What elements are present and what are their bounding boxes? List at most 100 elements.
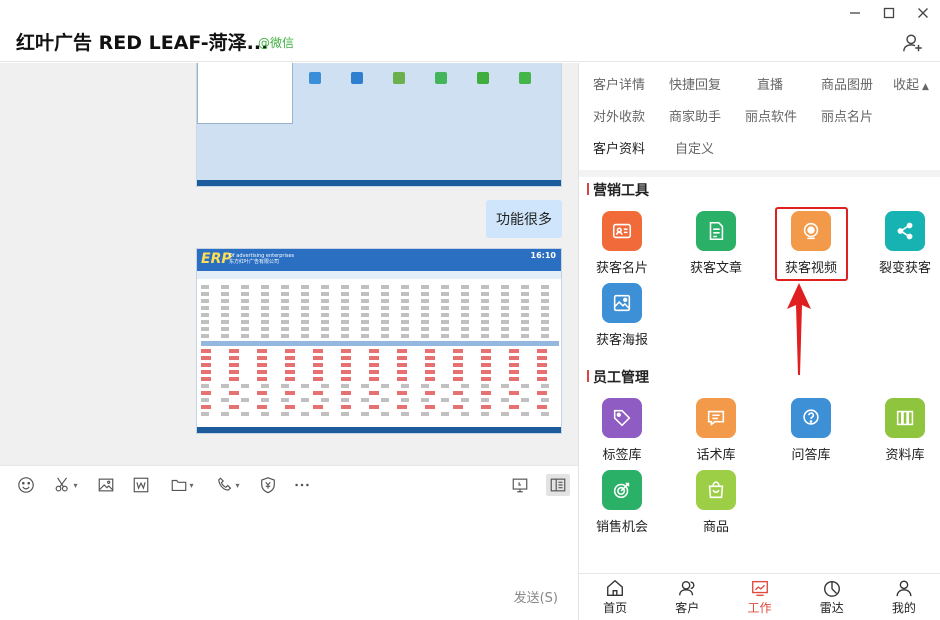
sidebar-toggle-icon[interactable] xyxy=(546,474,570,496)
tool-article[interactable]: 获客文章 xyxy=(676,211,756,276)
divider xyxy=(579,170,940,177)
collapse-button[interactable]: 收起 ▲ xyxy=(893,74,929,93)
menu-live[interactable]: 直播 xyxy=(757,74,783,93)
screenshot-icon xyxy=(477,72,489,84)
books-icon xyxy=(885,398,925,438)
screenshot-icon xyxy=(351,72,363,84)
more-icon[interactable] xyxy=(290,474,314,496)
menu-quick-reply[interactable]: 快捷回复 xyxy=(669,74,721,93)
radar-icon xyxy=(823,580,840,597)
chat-toolbar: ▾ ▾ ▾ xyxy=(0,465,578,503)
screenshot-icon xyxy=(435,72,447,84)
word-icon[interactable] xyxy=(129,474,153,496)
tool-label: 裂变获客 xyxy=(878,261,931,276)
erp-tabs xyxy=(197,271,561,279)
erp-image-message[interactable]: ERP Of advertising enterprises 东方红叶广告有限公… xyxy=(196,248,562,434)
add-member-icon[interactable] xyxy=(902,32,924,54)
folder-icon[interactable]: ▾ xyxy=(166,474,198,496)
tool-sales-opportunity[interactable]: 销售机会 xyxy=(582,470,662,535)
screenshot-icon xyxy=(393,72,405,84)
image-icon[interactable] xyxy=(94,474,118,496)
tab-customers[interactable]: 客户 xyxy=(651,574,723,620)
tool-tag-library[interactable]: 标签库 xyxy=(582,398,662,463)
tool-label: 话术库 xyxy=(696,448,736,463)
menu-lidian-card[interactable]: 丽点名片 xyxy=(821,106,873,125)
tag-icon xyxy=(602,398,642,438)
tab-label: 工作 xyxy=(747,601,772,615)
erp-table xyxy=(201,285,559,419)
window-controls xyxy=(838,0,940,26)
menu-customer-detail[interactable]: 客户详情 xyxy=(593,74,645,93)
target-icon xyxy=(602,470,642,510)
erp-company-cn: 东方红叶广告有限公司 xyxy=(229,259,280,265)
chat-area[interactable]: 功能很多 ERP Of advertising enterprises 东方红叶… xyxy=(0,63,578,465)
collapse-label: 收起 xyxy=(893,78,920,93)
tool-poster[interactable]: 获客海报 xyxy=(582,283,662,348)
tool-label: 问答库 xyxy=(791,448,831,463)
tab-work[interactable]: 工作 xyxy=(723,574,795,620)
maximize-icon[interactable] xyxy=(872,0,906,26)
tool-label: 获客名片 xyxy=(595,261,648,276)
erp-statusbar xyxy=(197,427,561,433)
side-panel: 客户详情 快捷回复 直播 商品图册 收起 ▲ 对外收款 商家助手 丽点软件 丽点名… xyxy=(578,63,940,620)
shield-icon[interactable] xyxy=(256,474,280,496)
poster-icon xyxy=(602,283,642,323)
tool-document-library[interactable]: 资料库 xyxy=(865,398,940,463)
screenshot-statusbar xyxy=(197,180,561,186)
menu-merchant-assistant[interactable]: 商家助手 xyxy=(669,106,721,125)
emoji-icon[interactable] xyxy=(14,474,38,496)
tool-products[interactable]: 商品 xyxy=(676,470,756,535)
erp-time: 16:10 xyxy=(530,251,556,260)
chat-script-icon xyxy=(696,398,736,438)
menu-lidian-software[interactable]: 丽点软件 xyxy=(745,106,797,125)
marketing-tools-title: 营销工具 xyxy=(587,180,649,200)
tool-share[interactable]: 裂变获客 xyxy=(865,211,940,276)
tab-profile[interactable]: 我的 xyxy=(868,574,940,620)
close-icon[interactable] xyxy=(906,0,940,26)
send-button[interactable]: 发送(S) xyxy=(514,587,558,606)
highlight-box xyxy=(775,207,848,281)
chat-header: 红叶广告 RED LEAF-菏泽... @微信 xyxy=(0,0,940,62)
tool-contact-card[interactable]: 获客名片 xyxy=(582,211,662,276)
tab-label: 客户 xyxy=(675,601,700,615)
tab-label: 雷达 xyxy=(819,601,844,615)
text-message[interactable]: 功能很多 xyxy=(486,200,562,238)
profile-icon xyxy=(896,580,912,597)
erp-company: Of advertising enterprises 东方红叶广告有限公司 xyxy=(229,253,294,265)
wechat-tag: @微信 xyxy=(258,36,295,50)
question-icon xyxy=(791,398,831,438)
menu-customer-profile[interactable]: 客户资料 xyxy=(593,138,645,157)
panel-menu: 客户详情 快捷回复 直播 商品图册 收起 ▲ 对外收款 商家助手 丽点软件 丽点名… xyxy=(579,63,940,165)
tool-qa-library[interactable]: 问答库 xyxy=(771,398,851,463)
tab-label: 我的 xyxy=(891,601,916,615)
erp-logo: ERP xyxy=(201,251,232,267)
tool-label: 获客海报 xyxy=(595,333,648,348)
screenshot-icon xyxy=(309,72,321,84)
screenshot-window xyxy=(197,63,293,124)
tool-label: 资料库 xyxy=(885,448,925,463)
tool-script-library[interactable]: 话术库 xyxy=(676,398,756,463)
article-icon xyxy=(696,211,736,251)
menu-custom[interactable]: 自定义 xyxy=(675,138,714,157)
arrow-up-icon xyxy=(787,283,811,375)
screenshot-icon xyxy=(519,72,531,84)
tool-label: 获客文章 xyxy=(689,261,742,276)
screen-icon[interactable] xyxy=(508,474,532,496)
message-input[interactable]: 发送(S) xyxy=(0,503,578,620)
phone-icon[interactable]: ▾ xyxy=(212,474,244,496)
tool-label: 标签库 xyxy=(602,448,642,463)
tab-home[interactable]: 首页 xyxy=(579,574,651,620)
customers-icon xyxy=(679,580,695,596)
contact-card-icon xyxy=(602,211,642,251)
tool-label: 销售机会 xyxy=(595,520,648,535)
scissors-icon[interactable]: ▾ xyxy=(50,474,82,496)
tab-radar[interactable]: 雷达 xyxy=(796,574,868,620)
erp-header: ERP Of advertising enterprises 东方红叶广告有限公… xyxy=(197,249,561,271)
chat-title: 红叶广告 RED LEAF-菏泽... xyxy=(16,32,269,54)
menu-product-album[interactable]: 商品图册 xyxy=(821,74,873,93)
tab-label: 首页 xyxy=(603,601,628,615)
share-icon xyxy=(885,211,925,251)
minimize-icon[interactable] xyxy=(838,0,872,26)
menu-external-payment[interactable]: 对外收款 xyxy=(593,106,645,125)
image-message[interactable] xyxy=(196,63,562,187)
